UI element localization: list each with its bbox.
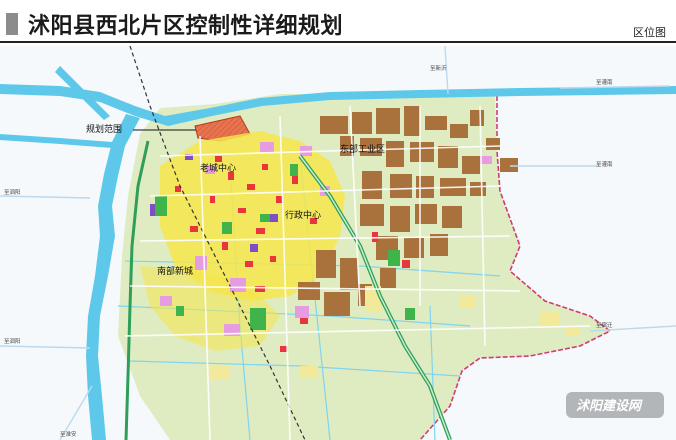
road-label-guannan-1: 至灌南	[596, 78, 613, 86]
road-label-huaian: 至淮安	[60, 430, 77, 438]
location-map: 规划范围 老城中心 东部工业区 行政中心 南部新城 至新沂 至灌南 至灌南 至宿…	[0, 46, 676, 440]
watermark-text: 沭阳建设网	[576, 398, 643, 414]
map-page: 沭阳县西北片区控制性详细规划 区位图 规划范围 老城中心 东部工业区 行政中心 …	[0, 0, 676, 440]
road-label-suqian: 至宿迁	[596, 321, 613, 329]
old-city-label: 老城中心	[200, 162, 236, 174]
map-canvas: 规划范围 老城中心 东部工业区 行政中心 南部新城 至新沂 至灌南 至灌南 至宿…	[0, 46, 676, 440]
admin-center-label: 行政中心	[285, 209, 321, 221]
header-divider	[0, 41, 676, 43]
road-label-guannan-2: 至灌南	[596, 160, 613, 168]
plan-scope-label: 规划范围	[86, 123, 122, 135]
watermark: 沭阳建设网	[566, 392, 664, 418]
east-industrial-label: 东部工业区	[340, 143, 385, 155]
road-label-siyang-2: 至泗阳	[4, 337, 21, 345]
page-header: 沭阳县西北片区控制性详细规划 区位图	[0, 0, 676, 46]
title-marker	[6, 13, 18, 35]
page-title: 沭阳县西北片区控制性详细规划	[28, 14, 344, 39]
road-label-xinyi: 至新沂	[430, 64, 447, 72]
south-new-city-label: 南部新城	[157, 265, 193, 277]
map-type-label: 区位图	[633, 26, 666, 39]
road-label-siyang-1: 至泗阳	[4, 188, 21, 196]
